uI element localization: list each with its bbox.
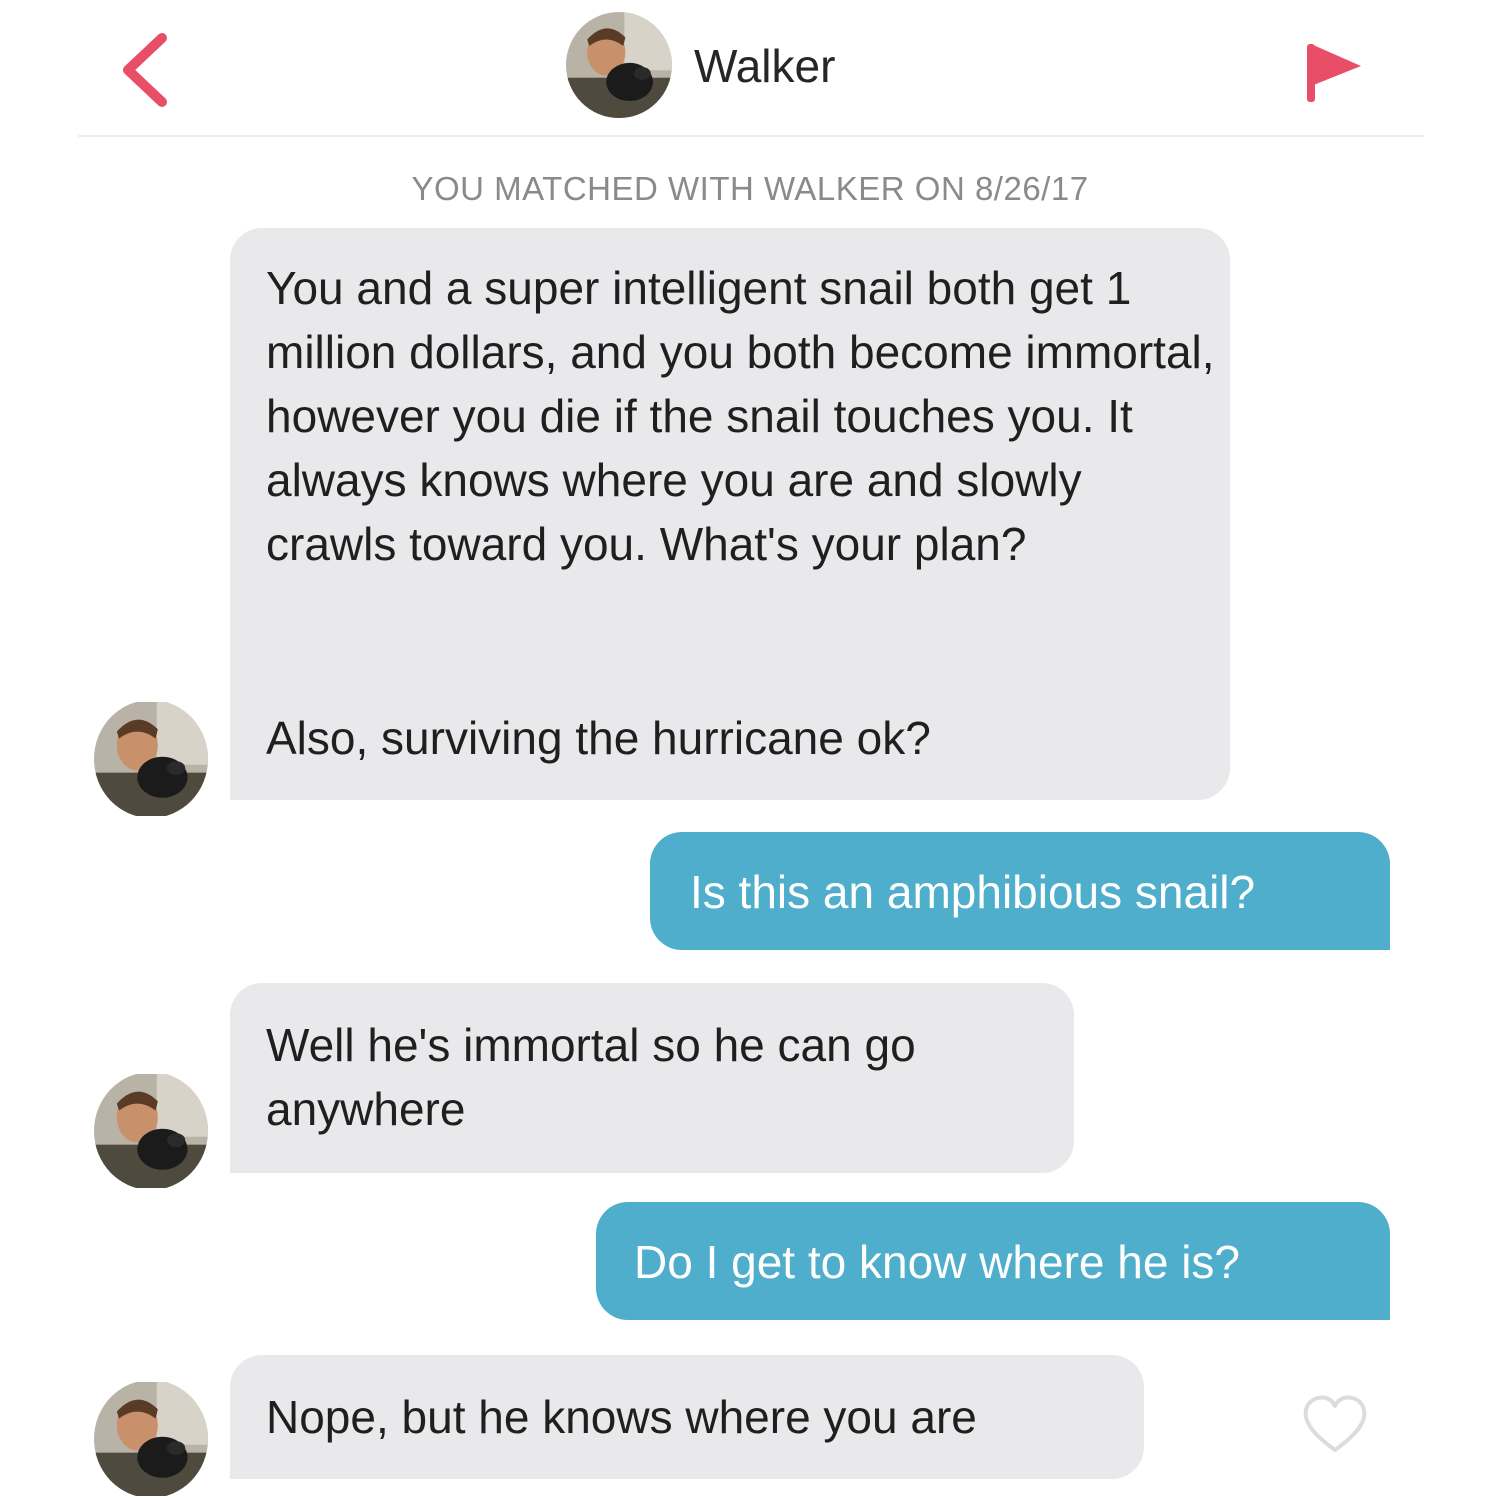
message-bubble-incoming: Nope, but he knows where you are bbox=[230, 1355, 1144, 1479]
message-text: Nope, but he knows where you are bbox=[266, 1391, 977, 1443]
match-date-info: YOU MATCHED WITH WALKER ON 8/26/17 bbox=[411, 170, 1089, 207]
message-bubble-outgoing: Do I get to know where he is? bbox=[596, 1202, 1390, 1320]
header-avatar[interactable] bbox=[566, 12, 672, 118]
back-button[interactable] bbox=[118, 30, 178, 110]
chevron-left-icon bbox=[123, 33, 167, 107]
match-avatar[interactable] bbox=[94, 700, 208, 818]
match-avatar[interactable] bbox=[94, 1072, 208, 1190]
message-bubble-incoming: You and a super intelligent snail both g… bbox=[230, 228, 1230, 800]
profile-photo bbox=[566, 12, 672, 118]
message-text: Is this an amphibious snail? bbox=[690, 866, 1256, 918]
profile-photo bbox=[94, 702, 208, 816]
match-name[interactable]: Walker bbox=[694, 38, 835, 94]
profile-photo bbox=[94, 1074, 208, 1188]
profile-photo bbox=[94, 1382, 208, 1496]
message-text: Do I get to know where he is? bbox=[634, 1236, 1240, 1288]
message-text: You and a super intelligent snail both g… bbox=[266, 262, 1228, 570]
message-bubble-outgoing: Is this an amphibious snail? bbox=[650, 832, 1390, 950]
heart-outline-icon bbox=[1303, 1395, 1367, 1452]
message-bubble-incoming: Well he's immortal so he can go anywhere bbox=[230, 983, 1074, 1173]
like-message-button[interactable] bbox=[1300, 1392, 1370, 1456]
report-button[interactable] bbox=[1295, 40, 1365, 105]
flag-icon bbox=[1307, 44, 1361, 102]
message-text: Well he's immortal so he can go anywhere bbox=[266, 1019, 929, 1135]
match-avatar[interactable] bbox=[94, 1380, 208, 1498]
header-divider bbox=[78, 135, 1424, 137]
message-text-second-paragraph: Also, surviving the hurricane ok? bbox=[266, 712, 931, 764]
chat-header: Walker bbox=[0, 0, 1500, 135]
